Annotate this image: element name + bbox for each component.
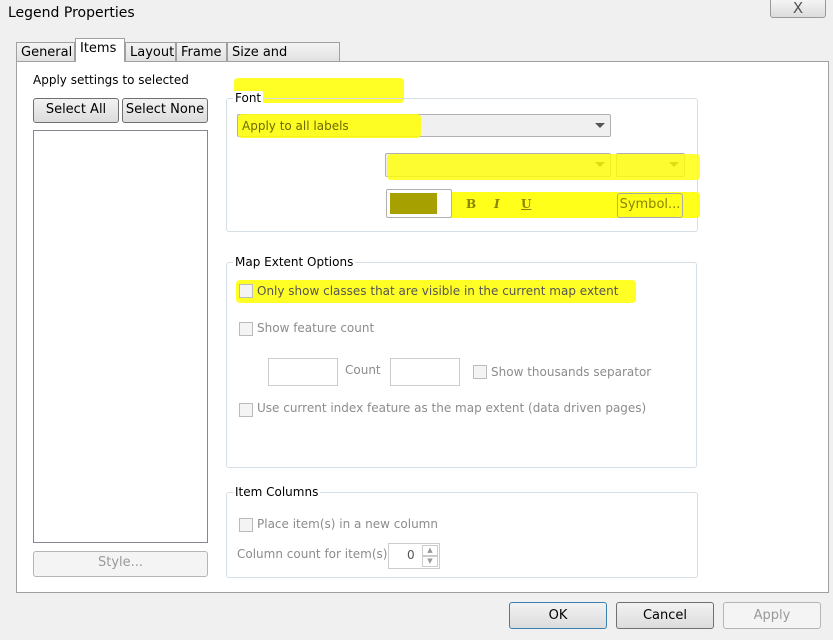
column-count-stepper[interactable]: 0 ▲ ▼ (388, 543, 440, 569)
thousands-label: Show thousands separator (491, 365, 652, 379)
highlight-mark (387, 154, 700, 180)
italic-button[interactable]: I (494, 197, 500, 211)
underline-button[interactable]: U (521, 197, 531, 211)
close-button[interactable]: X (770, 0, 826, 18)
window-title: Legend Properties (8, 5, 135, 21)
index-extent-checkbox[interactable] (239, 403, 253, 417)
apply-button[interactable]: Apply (723, 602, 821, 629)
tab-general[interactable]: General (16, 42, 75, 62)
new-column-checkbox[interactable] (239, 518, 253, 532)
item-columns-label: Item Columns (233, 485, 321, 499)
feature-count-checkbox[interactable] (239, 322, 253, 336)
apply-settings-label: Apply settings to selected (33, 73, 189, 87)
select-none-button[interactable]: Select None (122, 98, 208, 123)
count-label: Count (345, 363, 381, 377)
color-swatch (390, 193, 437, 214)
feature-count-label: Show feature count (257, 321, 375, 335)
tab-items[interactable]: Items (75, 38, 125, 62)
style-button[interactable]: Style... (33, 551, 208, 577)
font-color-picker[interactable] (386, 189, 452, 218)
item-columns-group (226, 492, 698, 578)
new-column-label: Place item(s) in a new column (257, 517, 438, 531)
ok-button[interactable]: OK (509, 602, 607, 629)
font-group-label: Font (233, 91, 264, 105)
tab-size-and-position[interactable]: Size and Position (227, 42, 340, 75)
tab-layout[interactable]: Layout (125, 42, 176, 62)
thousands-checkbox[interactable] (473, 365, 487, 379)
symbol-button[interactable]: Symbol... (617, 193, 683, 218)
chevron-down-icon (595, 123, 605, 128)
apply-to-value: Apply to all labels (242, 119, 349, 133)
tab-frame[interactable]: Frame (176, 42, 227, 62)
index-extent-label: Use current index feature as the map ext… (257, 401, 647, 415)
items-list[interactable] (33, 130, 208, 543)
only-visible-label: Only show classes that are visible in th… (257, 284, 619, 298)
only-visible-checkbox[interactable] (239, 284, 253, 298)
bold-button[interactable]: B (466, 197, 476, 211)
map-extent-label: Map Extent Options (233, 255, 356, 269)
column-count-label: Column count for item(s) (237, 547, 388, 561)
stepper-down-icon[interactable]: ▼ (422, 556, 438, 567)
column-count-value: 0 (407, 548, 415, 562)
select-all-button[interactable]: Select All (33, 98, 119, 123)
cancel-button[interactable]: Cancel (616, 602, 714, 629)
stepper-up-icon[interactable]: ▲ (422, 545, 438, 556)
count-input-1[interactable] (268, 358, 338, 386)
count-input-2[interactable] (390, 358, 460, 386)
